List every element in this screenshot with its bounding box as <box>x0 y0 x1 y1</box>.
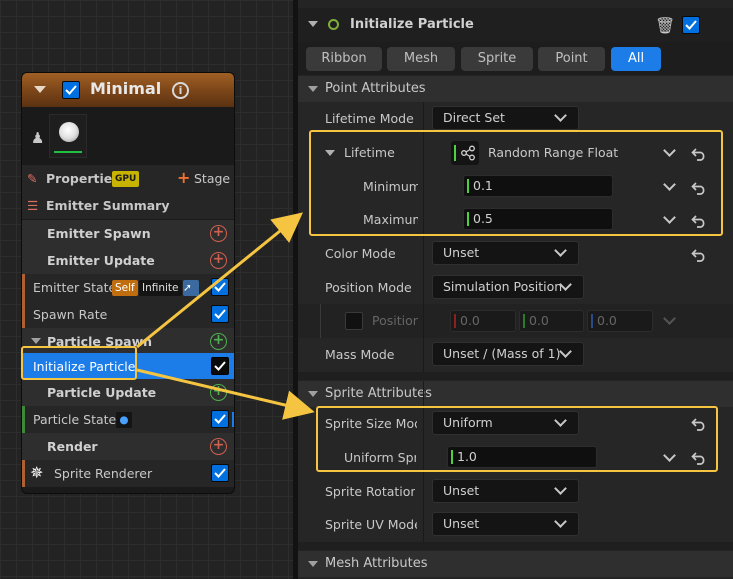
arrow-to-lifetime <box>136 212 303 349</box>
arrow-to-sprite-size <box>136 368 315 420</box>
callout-arrows <box>136 212 315 420</box>
